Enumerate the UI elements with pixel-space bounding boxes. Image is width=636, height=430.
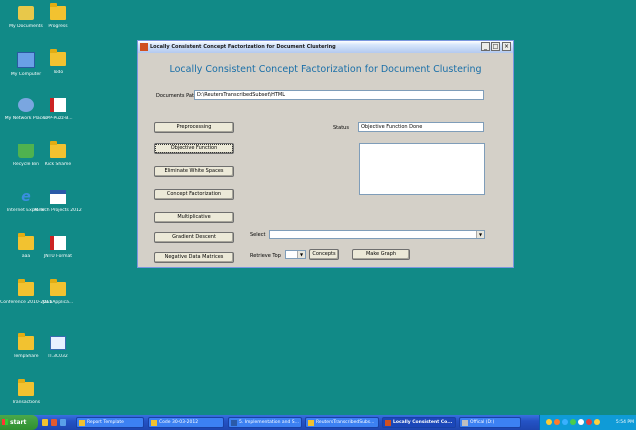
taskbar-item-label: Offical (D:) — [470, 420, 495, 425]
start-button[interactable]: start — [0, 415, 38, 430]
taskbar: start Report Template Code 30-03-2012 5.… — [0, 415, 636, 430]
folder-icon — [79, 420, 85, 426]
desktop-icon-javaapplica[interactable]: JavaApplica... — [32, 279, 84, 305]
desktop-icon-mtech-projects[interactable]: M.Tech Projects 2012 — [32, 190, 84, 213]
taskbar-item-label: Locally Consistent Co... — [393, 420, 453, 425]
maximize-button[interactable]: □ — [491, 42, 500, 51]
taskbar-item-label: Report Template — [87, 420, 124, 425]
eliminate-white-spaces-button[interactable]: Eliminate White Spaces — [154, 166, 234, 177]
desktop-icon-label: M.Tech Projects 2012 — [34, 208, 82, 213]
gradient-descent-button[interactable]: Gradient Descent — [154, 232, 234, 243]
select-label: Select — [250, 232, 266, 238]
word-document-icon — [231, 420, 237, 426]
folder-icon — [50, 49, 66, 66]
tray-icon[interactable] — [562, 419, 568, 425]
taskbar-item-locally-consistent[interactable]: Locally Consistent Co... — [382, 417, 456, 428]
window-title: Locally Consistent Concept Factorization… — [150, 44, 336, 50]
concepts-button[interactable]: Concepts — [309, 249, 339, 260]
retrieve-top-label: Retrieve Top — [250, 253, 281, 259]
multiplicative-button[interactable]: Multiplicative — [154, 212, 234, 223]
taskbar-item-implementation[interactable]: 5. Implementation and S... — [228, 417, 302, 428]
folder-icon — [50, 141, 66, 158]
status-label: Status — [333, 125, 349, 131]
taskbar-item-report-template[interactable]: Report Template — [76, 417, 144, 428]
desktop-icon-transactions[interactable]: Transactions — [0, 379, 52, 405]
close-button[interactable]: × — [502, 42, 511, 51]
quick-launch-icon[interactable] — [42, 419, 48, 426]
drive-icon — [462, 420, 468, 426]
objective-function-button[interactable]: Objective Function — [154, 143, 234, 154]
desktop-icon-label: IT.3C032 — [48, 354, 68, 359]
negative-data-matrices-button[interactable]: Negative Data Matrices — [154, 252, 234, 263]
folder-icon — [151, 420, 157, 426]
tray-icon[interactable] — [578, 419, 584, 425]
desktop-icon-label: JNTU Format — [43, 254, 73, 259]
folder-icon — [308, 420, 314, 426]
start-label: start — [10, 419, 27, 426]
desktop-icon-progress[interactable]: Progress — [32, 3, 84, 29]
chevron-down-icon[interactable]: ▼ — [297, 251, 305, 258]
concept-factorization-button[interactable]: Concept Factorization — [154, 189, 234, 200]
desktop-icon-jntu-format[interactable]: JNTU Format — [32, 236, 84, 259]
desktop-icon-it3c032[interactable]: IT.3C032 — [32, 336, 84, 359]
taskbar-item-offical-drive[interactable]: Offical (D:) — [459, 417, 521, 428]
select-dropdown[interactable]: ▼ — [269, 230, 485, 239]
quick-launch-icon[interactable] — [51, 419, 57, 426]
windows-flag-icon — [2, 419, 8, 425]
desktop-icon-label: JavaApplica... — [42, 300, 74, 305]
window-controls: _ □ × — [481, 42, 511, 51]
folder-icon — [50, 3, 66, 20]
chevron-down-icon[interactable]: ▼ — [476, 231, 484, 238]
app-heading: Locally Consistent Concept Factorization… — [169, 64, 482, 75]
folder-icon — [18, 379, 34, 396]
taskbar-item-code[interactable]: Code 30-03-2012 — [148, 417, 224, 428]
preprocessing-button[interactable]: Preprocessing — [154, 122, 234, 133]
tray-icon[interactable] — [554, 419, 560, 425]
quick-launch-icon[interactable] — [60, 419, 66, 426]
desktop-icon-kick-shame[interactable]: Kick Shame — [32, 141, 84, 167]
desktop-icon-label: Todo — [52, 70, 64, 75]
select-value — [270, 242, 272, 248]
system-tray: 5:54 PM — [539, 415, 636, 430]
app-window: Locally Consistent Concept Factorization… — [137, 40, 514, 268]
folder-icon — [50, 279, 66, 296]
app-icon — [385, 420, 391, 426]
retrieve-top-value — [286, 262, 288, 268]
document-icon — [50, 336, 66, 350]
clock[interactable]: 5:54 PM — [616, 415, 634, 430]
tray-icon[interactable] — [546, 419, 552, 425]
status-field: Objective Function Done — [358, 122, 484, 132]
pdf-icon — [50, 98, 66, 112]
pdf-icon — [50, 236, 66, 250]
desktop-icon-todo[interactable]: Todo — [32, 49, 84, 75]
desktop-icon-cpp-puzz[interactable]: CPP-Puzz-B... — [32, 98, 84, 121]
documents-path-label: Documents Path — [156, 93, 198, 99]
window-titlebar[interactable]: Locally Consistent Concept Factorization… — [138, 41, 513, 53]
output-textarea[interactable] — [359, 143, 485, 195]
desktop-icon-label: Progress — [48, 24, 68, 29]
tray-icon[interactable] — [586, 419, 592, 425]
taskbar-item-label: ReutersTranscribedSubs... — [316, 420, 375, 425]
desktop-icon-label: CPP-Puzz-B... — [43, 116, 73, 121]
taskbar-item-label: 5. Implementation and S... — [239, 420, 299, 425]
make-graph-button[interactable]: Make Graph — [352, 249, 410, 260]
retrieve-top-dropdown[interactable]: ▼ — [285, 250, 306, 259]
minimize-button[interactable]: _ — [481, 42, 490, 51]
desktop-icon-label: Transactions — [11, 400, 41, 405]
tray-icon[interactable] — [594, 419, 600, 425]
word-document-icon — [50, 190, 66, 204]
app-icon — [140, 43, 148, 51]
desktop-icon-label: Kick Shame — [44, 162, 72, 167]
tray-icon[interactable] — [570, 419, 576, 425]
taskbar-item-label: Code 30-03-2012 — [159, 420, 199, 425]
documents-path-input[interactable]: D:\ReutersTranscribedSubset\HTML — [194, 90, 484, 100]
taskbar-item-reuters[interactable]: ReutersTranscribedSubs... — [305, 417, 379, 428]
